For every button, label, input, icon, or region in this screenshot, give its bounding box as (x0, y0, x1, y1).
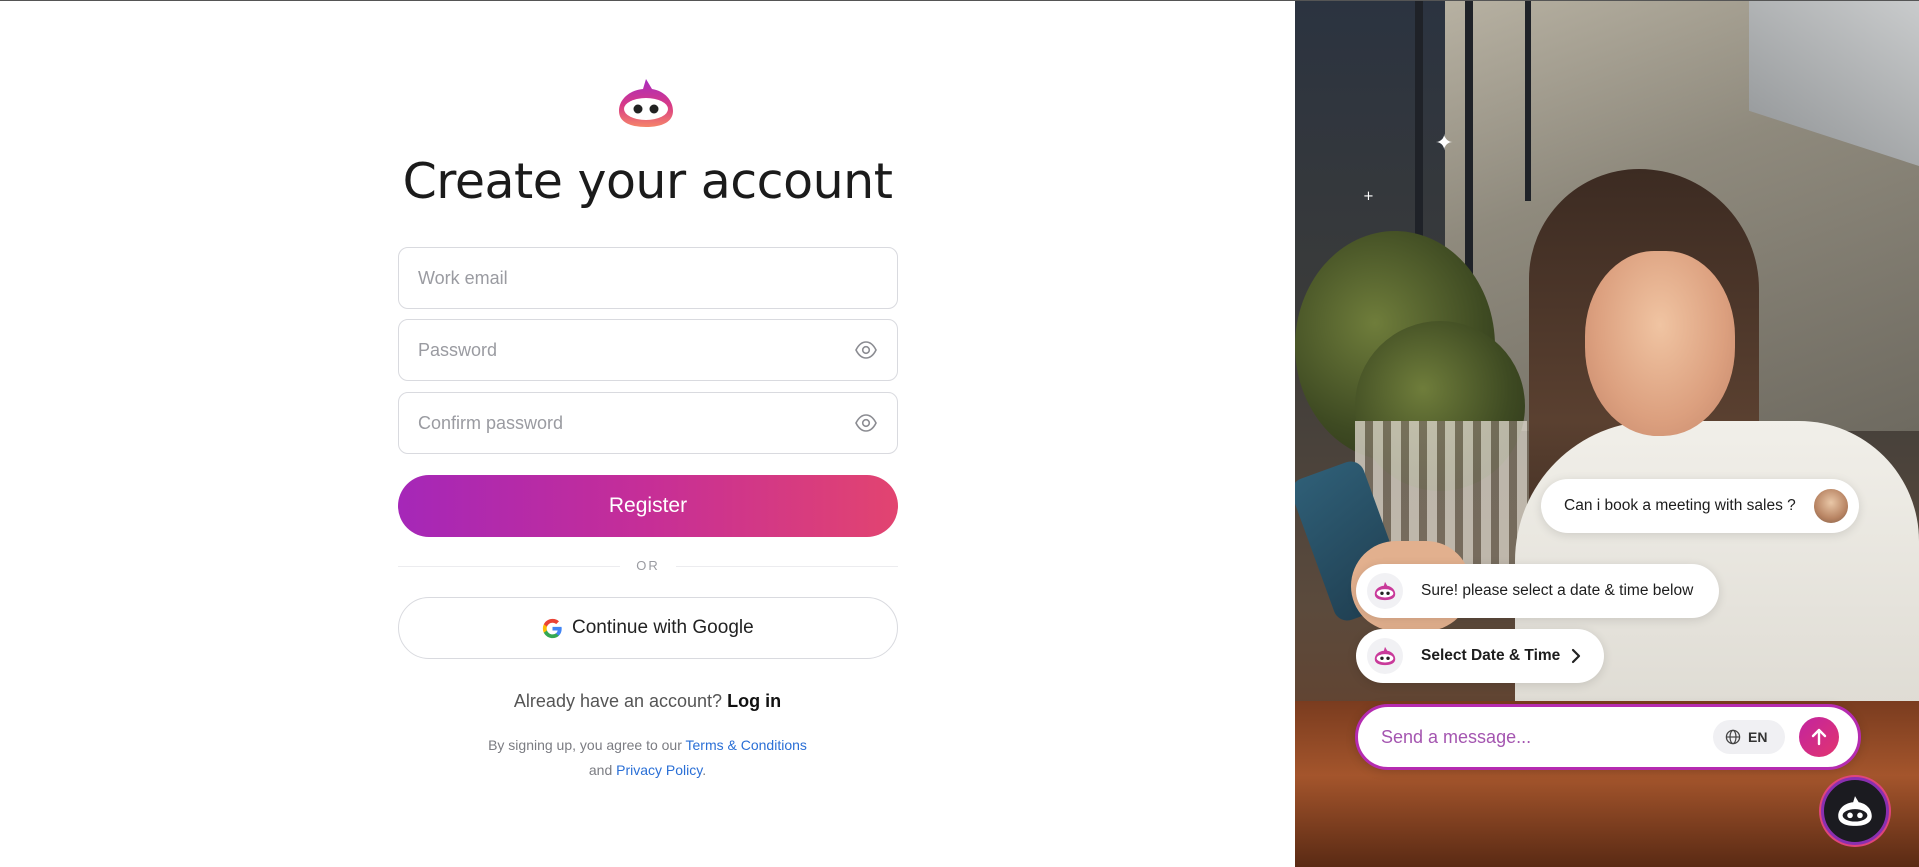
select-date-time-label: Select Date & Time (1421, 647, 1561, 664)
legal-notice: By signing up, you agree to our Terms & … (0, 733, 1295, 783)
legal-prefix: By signing up, you agree to our (488, 737, 682, 753)
photo-person-face (1585, 251, 1735, 436)
bot-logo-icon (1374, 646, 1396, 666)
legal-period: . (702, 762, 707, 778)
select-date-time-button[interactable]: Select Date & Time (1356, 629, 1604, 683)
chat-message-input[interactable] (1381, 707, 1681, 767)
chevron-right-icon (1571, 648, 1581, 664)
chat-launcher-button[interactable] (1821, 777, 1889, 845)
privacy-link[interactable]: Privacy Policy (616, 762, 702, 778)
legal-and: and (588, 762, 613, 778)
user-message-text: Can i book a meeting with sales ? (1564, 497, 1796, 514)
password-input[interactable] (418, 320, 838, 380)
login-prompt: Already have an account? Log in (0, 691, 1295, 712)
show-confirm-password-eye-icon[interactable] (854, 412, 878, 434)
confirm-password-field[interactable] (398, 392, 898, 454)
email-input[interactable] (418, 248, 838, 308)
divider-line-right (676, 566, 898, 567)
avatar (1812, 487, 1850, 525)
bot-chat-bubble: Sure! please select a date & time below (1356, 564, 1719, 618)
have-account-text: Already have an account? (513, 691, 723, 711)
bot-avatar (1367, 573, 1403, 609)
confirm-password-input[interactable] (418, 393, 838, 453)
bot-logo-icon (1838, 796, 1872, 826)
sparkle-icon: + (1363, 189, 1374, 204)
login-link[interactable]: Log in (727, 691, 781, 711)
user-chat-bubble: Can i book a meeting with sales ? (1541, 479, 1859, 533)
password-field[interactable] (398, 319, 898, 381)
language-selector[interactable]: EN (1713, 720, 1785, 754)
page-title: Create your account (402, 153, 893, 210)
language-code: EN (1748, 729, 1768, 745)
globe-icon (1725, 729, 1741, 745)
arrow-up-icon (1811, 728, 1827, 746)
send-button[interactable] (1799, 717, 1839, 757)
sparkle-icon: ✦ (1435, 131, 1454, 156)
email-field[interactable] (398, 247, 898, 309)
photo-beam (1525, 1, 1531, 201)
bot-avatar (1367, 638, 1403, 674)
bot-message-text: Sure! please select a date & time below (1421, 582, 1694, 599)
or-divider: OR (398, 556, 898, 576)
google-icon (542, 618, 562, 639)
bot-logo-icon (1374, 581, 1396, 601)
google-signin-button[interactable]: Continue with Google (398, 597, 898, 659)
google-button-label: Continue with Google (572, 617, 754, 638)
brand-logo-icon (619, 79, 673, 127)
register-button[interactable]: Register (398, 475, 898, 537)
signup-panel: Create your account Register OR Continue… (0, 1, 1295, 867)
show-password-eye-icon[interactable] (854, 339, 878, 361)
chat-message-bar: EN (1355, 704, 1861, 770)
terms-link[interactable]: Terms & Conditions (686, 737, 807, 753)
